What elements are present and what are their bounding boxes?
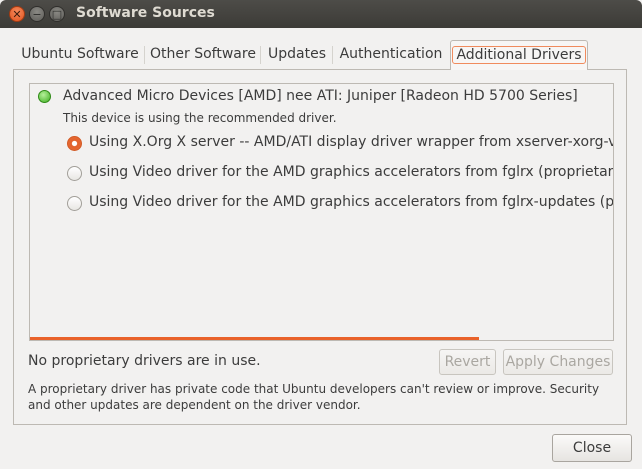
radio-unchecked-icon[interactable]	[67, 166, 82, 181]
driver-status-message: No proprietary drivers are in use.	[28, 353, 261, 369]
device-status-text: This device is using the recommended dri…	[63, 111, 337, 125]
tab-label: Additional Drivers	[452, 46, 586, 64]
window-title: Software Sources	[76, 5, 215, 21]
tab-label: Other Software	[150, 46, 256, 62]
tab-updates[interactable]: Updates	[263, 40, 331, 69]
driver-list: Advanced Micro Devices [AMD] nee ATI: Ju…	[29, 83, 614, 341]
tab-separator	[332, 46, 333, 64]
driver-option-label: Using Video driver for the AMD graphics …	[89, 194, 614, 210]
proprietary-driver-note: A proprietary driver has private code th…	[28, 382, 600, 412]
apply-changes-button[interactable]: Apply Changes	[503, 349, 613, 375]
revert-button[interactable]: Revert	[439, 349, 496, 375]
maximize-window-icon[interactable]: □	[49, 6, 65, 22]
close-window-icon[interactable]: ✕	[9, 6, 25, 22]
tab-ubuntu-software[interactable]: Ubuntu Software	[17, 40, 143, 69]
tab-additional-drivers[interactable]: Additional Drivers	[450, 40, 588, 70]
device-name: Advanced Micro Devices [AMD] nee ATI: Ju…	[63, 88, 578, 104]
title-bar: ✕ − □ Software Sources	[0, 0, 642, 28]
tab-authentication[interactable]: Authentication	[335, 40, 447, 69]
tab-separator	[260, 46, 261, 64]
minimize-window-icon[interactable]: −	[29, 6, 45, 22]
tab-label: Authentication	[339, 46, 443, 62]
driver-option-label: Using Video driver for the AMD graphics …	[89, 164, 614, 180]
radio-checked-icon[interactable]	[67, 136, 82, 151]
tab-other-software[interactable]: Other Software	[147, 40, 259, 69]
close-button[interactable]: Close	[552, 434, 632, 462]
progress-bar	[30, 337, 479, 340]
driver-option-label: Using X.Org X server -- AMD/ATI display …	[89, 134, 613, 150]
radio-unchecked-icon[interactable]	[67, 196, 82, 211]
tab-label: Updates	[268, 46, 326, 62]
status-ok-icon	[38, 90, 51, 103]
tab-separator	[144, 46, 145, 64]
tab-label: Ubuntu Software	[21, 46, 139, 62]
